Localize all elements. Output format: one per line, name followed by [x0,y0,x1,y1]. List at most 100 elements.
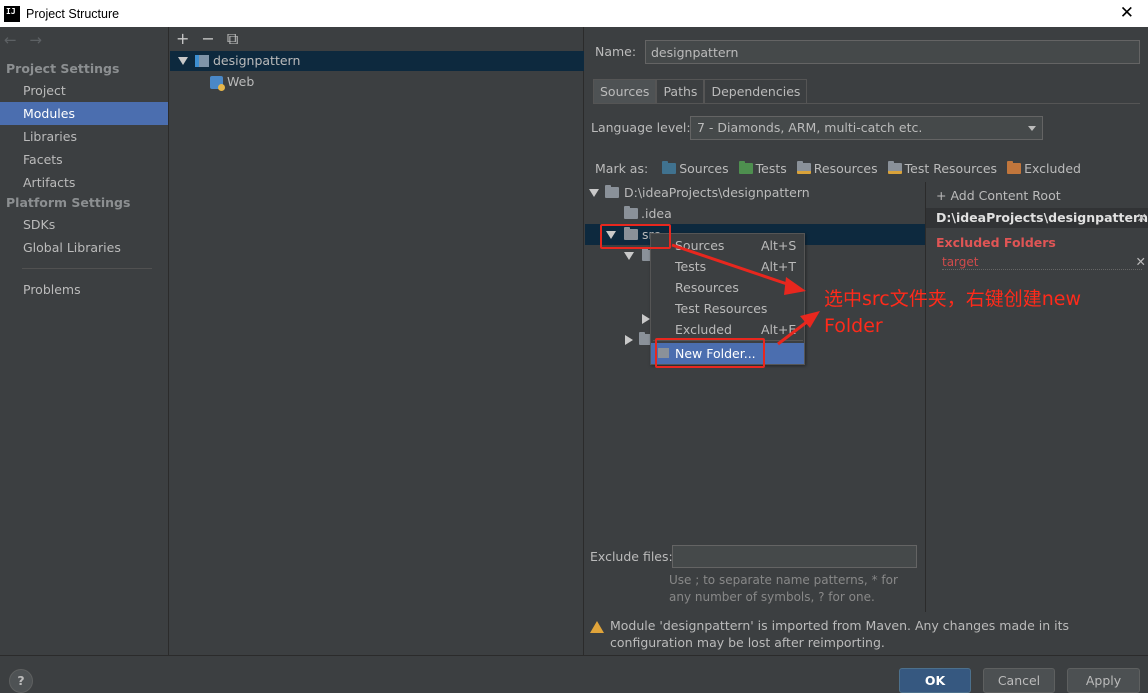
sidebar-divider [22,268,152,269]
mark-excluded-button[interactable]: Excluded [1007,161,1081,176]
annotation-line-1: 选中src文件夹，右键创建new [824,288,1082,310]
cancel-button[interactable]: Cancel [983,668,1055,693]
mark-excluded-label: Excluded [1024,161,1081,176]
mark-tests-label: Tests [755,161,787,176]
mark-sources-label: Sources [679,161,729,176]
module-row-web[interactable]: Web [170,72,584,92]
remove-icon[interactable]: − [201,29,214,49]
dialog-footer: ? OK Cancel Apply [0,655,1148,693]
menu-item-sources[interactable]: Sources Alt+S [651,235,804,256]
warning-icon [590,621,604,633]
nav-arrows: ← → [4,31,50,49]
menu-item-label: Tests [675,259,707,274]
mark-tests-button[interactable]: Tests [738,161,787,176]
tab-dependencies[interactable]: Dependencies [704,79,808,103]
help-button[interactable]: ? [9,669,33,693]
exclude-files-input[interactable] [672,545,917,568]
sidebar-item-libraries[interactable]: Libraries [0,125,168,148]
apply-button[interactable]: Apply [1067,668,1140,693]
facet-label: Web [227,74,255,89]
content-root-panel: + Add Content Root D:\ideaProjects\desig… [925,182,1148,612]
tab-paths[interactable]: Paths [656,79,705,103]
content-root-header: D:\ideaProjects\designpattern ✕ [926,208,1148,228]
close-icon[interactable]: ✕ [1120,3,1134,23]
language-level-label: Language level: [591,120,691,135]
annotation-box-new-folder [655,338,765,368]
forward-arrow-icon[interactable]: → [29,31,42,49]
module-icon [195,55,209,67]
menu-item-label: Resources [675,280,739,295]
mark-as-bar: Mark as: Sources Tests Resources Test Re… [595,161,1087,176]
expand-arrow-icon[interactable] [589,188,599,197]
menu-item-excluded[interactable]: Excluded Alt+E [651,319,804,340]
add-content-root-button[interactable]: + Add Content Root [936,188,1061,203]
expand-arrow-icon[interactable] [624,251,634,260]
project-settings-header: Project Settings [6,61,120,76]
ok-button[interactable]: OK [899,668,971,693]
sources-folder-icon [662,161,677,174]
mark-sources-button[interactable]: Sources [662,161,729,176]
window-title: Project Structure [26,6,120,21]
mark-as-label: Mark as: [595,161,649,176]
modules-panel: + − ⧉ designpattern Web [170,27,584,655]
language-level-value: 7 - Diamonds, ARM, multi-catch etc. [697,120,923,135]
mark-resources-button[interactable]: Resources [796,161,878,176]
resources-folder-icon [796,161,811,174]
annotation-line-2: Folder [824,315,883,337]
tests-folder-icon [738,161,753,174]
tree-row-idea[interactable]: .idea [585,203,925,224]
exclude-files-hint: Use ; to separate name patterns, * for a… [669,573,898,604]
tree-root-label: D:\ideaProjects\designpattern [624,185,810,200]
web-facet-icon [210,75,225,91]
excluded-folders-title: Excluded Folders [936,235,1056,250]
tab-sources[interactable]: Sources [593,79,657,103]
sidebar-item-sdks[interactable]: SDKs [0,213,168,236]
excluded-folder-item[interactable]: target [942,255,1142,270]
menu-item-label: Sources [675,238,725,253]
platform-settings-header: Platform Settings [6,195,131,210]
collapse-arrow-icon[interactable] [642,313,650,324]
content-root-path: D:\ideaProjects\designpattern [936,210,1148,225]
menu-shortcut: Alt+T [761,259,797,274]
menu-item-tests[interactable]: Tests Alt+T [651,256,804,277]
module-row-designpattern[interactable]: designpattern [170,51,584,71]
mark-test-resources-button[interactable]: Test Resources [887,161,998,176]
expand-arrow-icon[interactable] [178,57,188,65]
module-name-input[interactable] [645,40,1140,64]
maven-warning: Module 'designpattern' is imported from … [590,617,1148,651]
settings-sidebar: ← → Project Settings Project Modules Lib… [0,27,169,655]
title-bar: IJ Project Structure ✕ [0,0,1148,27]
mark-test-resources-label: Test Resources [904,161,998,176]
tree-idea-label: .idea [641,206,672,221]
exclude-files-label: Exclude files: [590,549,673,564]
copy-icon[interactable]: ⧉ [227,29,238,49]
tree-row-root[interactable]: D:\ideaProjects\designpattern [585,182,925,203]
mark-resources-label: Resources [813,161,878,176]
modules-toolbar: + − ⧉ [176,29,238,49]
add-icon[interactable]: + [176,29,189,49]
test-resources-folder-icon [887,161,902,174]
menu-item-label: Test Resources [675,301,768,316]
folder-icon [624,206,638,219]
menu-shortcut: Alt+S [761,238,797,253]
collapse-arrow-icon[interactable] [625,334,633,345]
sidebar-item-facets[interactable]: Facets [0,148,168,171]
menu-shortcut: Alt+E [761,322,797,337]
remove-root-icon[interactable]: ✕ [1137,208,1147,228]
remove-excluded-icon[interactable]: ✕ [1136,254,1146,269]
sidebar-item-problems[interactable]: Problems [0,278,168,301]
sidebar-item-modules[interactable]: Modules [0,102,168,125]
module-tabs: Sources Paths Dependencies [593,79,808,103]
excluded-folder-icon [1007,161,1022,174]
sidebar-item-artifacts[interactable]: Artifacts [0,171,168,194]
back-arrow-icon[interactable]: ← [4,31,17,49]
language-level-select[interactable]: 7 - Diamonds, ARM, multi-catch etc. [690,116,1043,140]
folder-icon [605,185,619,198]
sidebar-item-global-libraries[interactable]: Global Libraries [0,236,168,259]
annotation-text: 选中src文件夹，右键创建new Folder [824,286,1134,340]
sidebar-item-project[interactable]: Project [0,79,168,102]
menu-item-test-resources[interactable]: Test Resources [651,298,804,319]
annotation-box-src [600,224,671,249]
menu-item-label: Excluded [675,322,732,337]
menu-item-resources[interactable]: Resources [651,277,804,298]
